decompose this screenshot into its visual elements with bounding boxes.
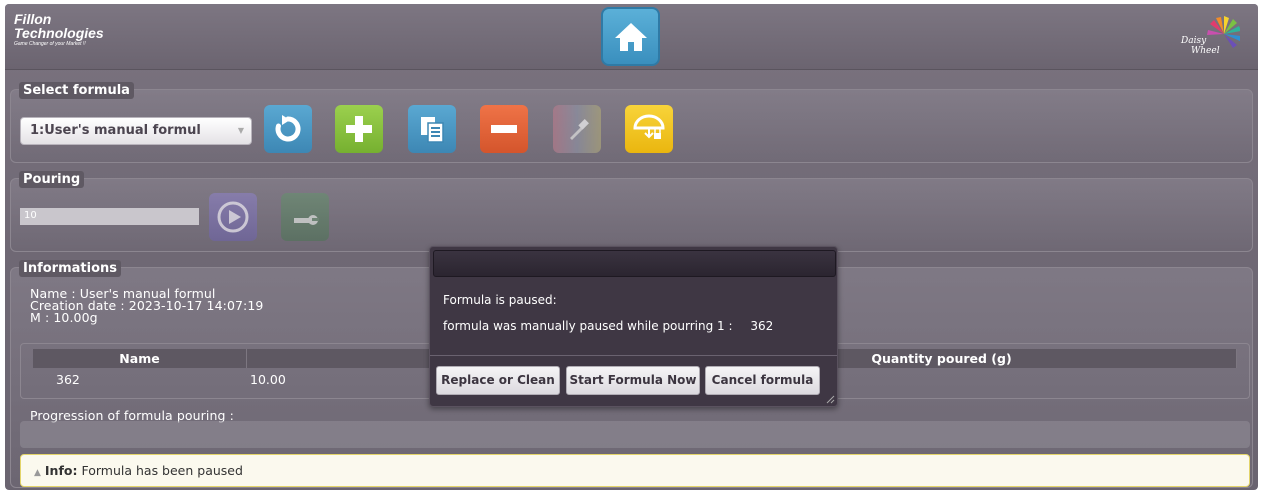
select-formula-section: Select formula 1:User's manual formul ▼ <box>10 82 1253 163</box>
minus-icon <box>491 125 517 133</box>
logo-right-line2: Wheel <box>1191 46 1220 56</box>
dialog-separator <box>430 355 837 356</box>
home-icon <box>614 22 647 51</box>
paused-dialog: Formula is paused: formula was manually … <box>429 246 838 407</box>
warning-icon: ▲ <box>34 468 41 478</box>
play-icon <box>217 201 249 233</box>
dialog-titlebar[interactable] <box>433 250 836 277</box>
pouring-quantity-input[interactable]: 10 <box>20 208 199 225</box>
progression-bar <box>20 421 1250 448</box>
info-message-box: ▲ Info: Formula has been paused <box>20 454 1250 487</box>
weigh-button[interactable] <box>625 105 673 153</box>
refresh-icon <box>275 115 301 142</box>
refresh-button[interactable] <box>264 105 312 153</box>
copy-button[interactable] <box>408 105 456 153</box>
dialog-detail-value: 362 <box>750 319 774 333</box>
table-cell-name: 362 <box>56 372 80 387</box>
add-button[interactable] <box>335 105 383 153</box>
pouring-section: Pouring 10 <box>10 171 1253 252</box>
pouring-legend: Pouring <box>19 171 85 188</box>
mass-line: M : 10.00g <box>30 310 98 325</box>
dialog-message-detail: formula was manually paused while pourri… <box>443 319 773 333</box>
logo-line2: Technologies <box>14 25 104 41</box>
dialog-message-title: Formula is paused: <box>443 293 557 307</box>
copy-icon <box>421 117 444 143</box>
select-formula-legend: Select formula <box>19 82 134 99</box>
info-prefix: Info: <box>44 463 78 478</box>
plus-icon <box>346 116 372 142</box>
pipette-icon <box>570 119 589 140</box>
dialog-detail-prefix: formula was manually paused while pourri… <box>443 319 733 333</box>
start-formula-now-button[interactable]: Start Formula Now <box>566 366 700 395</box>
replace-or-clean-button[interactable]: Replace or Clean <box>436 366 560 395</box>
edit-button[interactable] <box>553 105 601 153</box>
formula-select-value: 1:User's manual formul <box>30 123 201 138</box>
daisy-wheel-logo: Daisy Wheel <box>1178 14 1241 60</box>
home-button[interactable] <box>601 7 660 66</box>
table-cell-quantity: 10.00 <box>250 372 286 387</box>
logo-right-line1: Daisy <box>1181 36 1207 46</box>
chevron-down-icon: ▼ <box>237 126 244 135</box>
cancel-formula-button[interactable]: Cancel formula <box>705 366 820 395</box>
resize-handle-icon[interactable] <box>826 395 835 404</box>
column-header-name: Name <box>33 349 247 368</box>
wrench-icon <box>294 215 319 225</box>
scale-lock-icon <box>633 114 665 139</box>
play-button[interactable] <box>209 193 257 241</box>
fillon-logo: Fillon Technologies Game Changer of your… <box>14 12 104 48</box>
remove-button[interactable] <box>480 105 528 153</box>
logo-tagline: Game Changer of your Market !! <box>14 41 86 47</box>
formula-select[interactable]: 1:User's manual formul ▼ <box>20 117 252 145</box>
info-message: Formula has been paused <box>81 463 243 478</box>
informations-legend: Informations <box>19 260 122 277</box>
logo-line1: Fillon <box>14 11 52 27</box>
header-bar: Fillon Technologies Game Changer of your… <box>5 4 1258 70</box>
maintenance-button[interactable] <box>281 193 329 241</box>
